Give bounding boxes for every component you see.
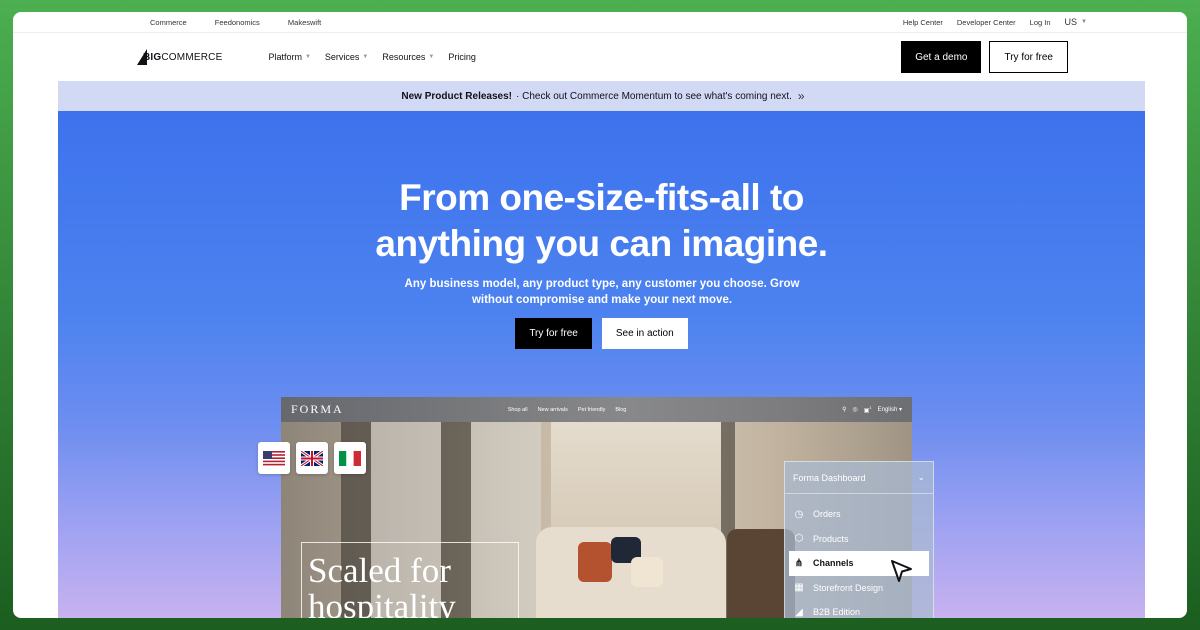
clock-icon: ◷ xyxy=(794,508,804,520)
language-flags xyxy=(258,442,366,474)
mockup-link-new-arrivals[interactable]: New arrivals xyxy=(538,407,568,413)
dashboard-item-orders[interactable]: ◷ Orders xyxy=(785,502,933,527)
dashboard-item-b2b-edition[interactable]: ◢ B2B Edition xyxy=(785,600,933,618)
mockup-tools: ⚲ ◎ ▣1 English ▾ xyxy=(842,405,902,414)
nav-item-pricing[interactable]: Pricing xyxy=(448,52,476,62)
mockup-brand: FORMA xyxy=(291,402,344,416)
nav-links: Platform ▼ Services ▼ Resources ▼ Pricin… xyxy=(268,52,475,62)
hero-ctas: Try for free See in action xyxy=(58,318,1145,349)
mockup-pillow xyxy=(631,557,663,587)
box-icon: ⬡ xyxy=(794,533,804,545)
dashboard-item-label: Channels xyxy=(813,558,854,569)
announcement-bar[interactable]: New Product Releases! · Check out Commer… xyxy=(58,81,1145,111)
language-label: English xyxy=(877,407,898,413)
uk-flag-icon[interactable] xyxy=(296,442,328,474)
italy-flag-icon[interactable] xyxy=(334,442,366,474)
utility-link-log-in[interactable]: Log In xyxy=(1030,18,1051,27)
forma-dashboard-panel: Forma Dashboard ⌄ ◷ Orders ⬡ Products ⋔ … xyxy=(784,461,934,618)
dashboard-item-label: Storefront Design xyxy=(813,582,884,593)
globe-icon[interactable]: ◎ xyxy=(852,406,857,413)
main-nav: BIG COMMERCE Platform ▼ Services ▼ Resou… xyxy=(13,33,1187,81)
mockup-link-shop-all[interactable]: Shop all xyxy=(508,407,528,413)
nav-item-resources[interactable]: Resources ▼ xyxy=(382,52,434,62)
hero-subtitle-line1: Any business model, any product type, an… xyxy=(404,278,800,290)
hero-title: From one-size-fits-all to anything you c… xyxy=(58,175,1145,267)
cart-icon[interactable]: ▣1 xyxy=(864,405,872,414)
nav-buttons: Get a demo Try for free xyxy=(901,41,1068,73)
nav-item-label: Pricing xyxy=(448,52,476,62)
mouse-cursor-icon xyxy=(891,560,912,582)
mockup-link-blog[interactable]: Blog xyxy=(615,407,626,413)
chevron-down-icon: ▼ xyxy=(304,54,311,60)
region-label: US xyxy=(1064,17,1078,27)
try-free-hero-button[interactable]: Try for free xyxy=(515,318,592,349)
utility-link-feedonomics[interactable]: Feedonomics xyxy=(215,18,260,27)
utility-link-help-center[interactable]: Help Center xyxy=(903,18,943,27)
hero-subtitle: Any business model, any product type, an… xyxy=(398,276,806,308)
dashboard-item-label: Products xyxy=(813,533,849,544)
dashboard-item-products[interactable]: ⬡ Products xyxy=(785,527,933,552)
get-demo-button[interactable]: Get a demo xyxy=(901,41,982,73)
mockup-headline-line1: Scaled for xyxy=(308,551,451,590)
utility-link-developer-center[interactable]: Developer Center xyxy=(957,18,1016,27)
announcement-text: · Check out Commerce Momentum to see wha… xyxy=(516,90,792,102)
logo-text-commerce: COMMERCE xyxy=(161,51,223,63)
nav-item-services[interactable]: Services ▼ xyxy=(325,52,368,62)
utility-right-links: Help Center Developer Center Log In US ▼ xyxy=(903,17,1187,27)
hero-title-line1: From one-size-fits-all to xyxy=(399,177,804,218)
hero-title-line2: anything you can imagine. xyxy=(375,223,828,264)
mockup-link-pet-friendly[interactable]: Pet friendly xyxy=(578,407,606,413)
nav-item-label: Resources xyxy=(382,52,426,62)
announcement-bold: New Product Releases! xyxy=(401,90,512,102)
mockup-store-nav: FORMA Shop all New arrivals Pet friendly… xyxy=(281,397,912,422)
chevron-down-icon: ▼ xyxy=(1081,19,1087,25)
cart-count: 1 xyxy=(869,405,872,410)
see-in-action-button[interactable]: See in action xyxy=(601,318,688,349)
browser-frame: Commerce Feedonomics Makeswift Help Cent… xyxy=(13,12,1187,618)
utility-bar: Commerce Feedonomics Makeswift Help Cent… xyxy=(13,12,1187,33)
nav-item-platform[interactable]: Platform ▼ xyxy=(268,52,310,62)
language-select[interactable]: English ▾ xyxy=(878,406,902,413)
double-chevron-right-icon: » xyxy=(797,89,804,103)
dashboard-header[interactable]: Forma Dashboard ⌄ xyxy=(785,462,933,494)
utility-link-commerce[interactable]: Commerce xyxy=(150,18,187,27)
mockup-nav-links: Shop all New arrivals Pet friendly Blog xyxy=(508,407,627,413)
region-selector[interactable]: US ▼ xyxy=(1065,17,1087,27)
storefront-icon: ▦ xyxy=(794,582,804,594)
chevron-down-icon: ▼ xyxy=(428,54,435,60)
nav-item-label: Platform xyxy=(268,52,302,62)
dashboard-title: Forma Dashboard xyxy=(793,472,866,483)
try-free-nav-button[interactable]: Try for free xyxy=(989,41,1068,73)
mockup-headline: Scaled for hospitality xyxy=(301,542,519,618)
chevron-down-icon: ▼ xyxy=(362,54,369,60)
mockup-headline-line2: hospitality xyxy=(308,587,456,619)
channels-icon: ⋔ xyxy=(794,557,804,569)
mockup-pillow xyxy=(578,542,612,582)
hero-section: From one-size-fits-all to anything you c… xyxy=(58,111,1145,618)
search-icon[interactable]: ⚲ xyxy=(842,406,846,413)
utility-left-links: Commerce Feedonomics Makeswift xyxy=(150,18,347,27)
logo-text-big: BIG xyxy=(143,51,162,63)
utility-link-makeswift[interactable]: Makeswift xyxy=(288,18,321,27)
dashboard-item-label: B2B Edition xyxy=(813,607,861,618)
chevron-down-icon: ⌄ xyxy=(917,472,925,482)
nav-item-label: Services xyxy=(324,52,360,62)
us-flag-icon[interactable] xyxy=(258,442,290,474)
hero-subtitle-line2: without compromise and make your next mo… xyxy=(471,294,733,306)
b2b-icon: ◢ xyxy=(795,606,803,618)
dashboard-item-label: Orders xyxy=(813,509,841,520)
bigcommerce-logo[interactable]: BIG COMMERCE xyxy=(137,49,222,65)
